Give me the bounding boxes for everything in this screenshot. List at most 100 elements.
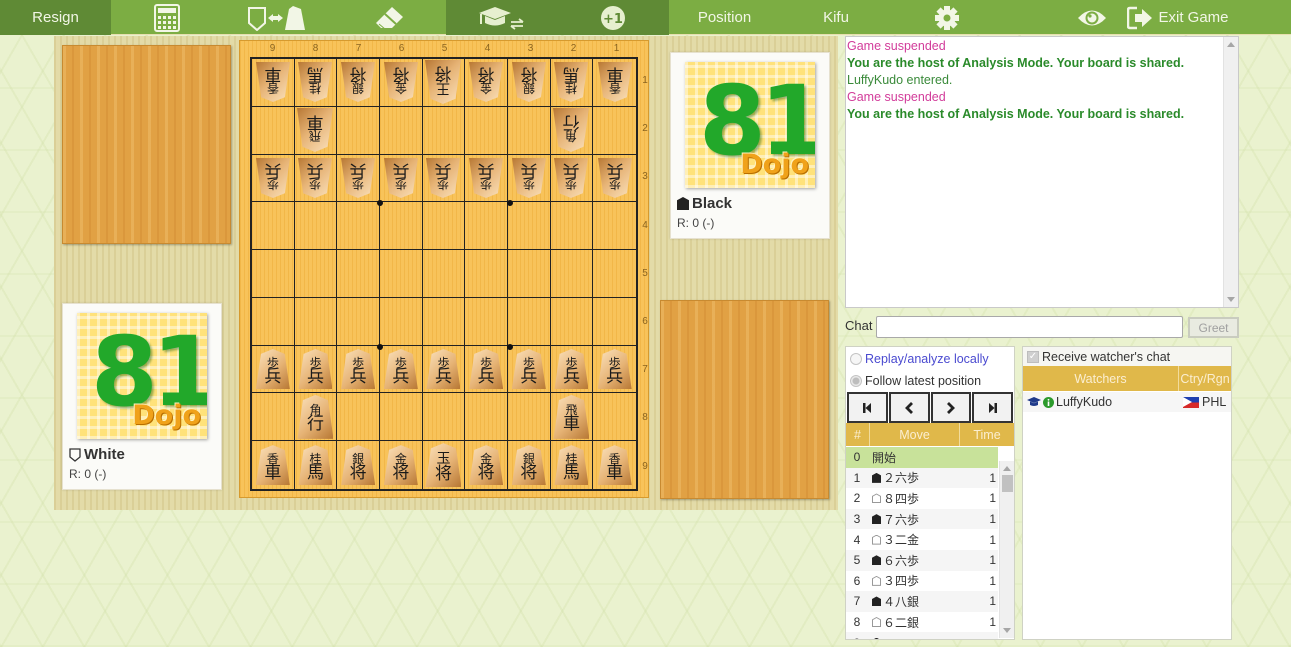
board-square[interactable]: 玉将 (423, 441, 466, 489)
shogi-piece[interactable]: 香車 (256, 62, 290, 102)
board-square[interactable]: 桂馬 (295, 441, 338, 489)
shogi-piece[interactable]: 飛車 (297, 108, 333, 152)
board-square[interactable]: 歩兵 (337, 154, 380, 203)
watcher-row[interactable]: LuffyKudo PHL (1023, 392, 1231, 412)
shogi-piece[interactable]: 飛車 (553, 394, 590, 439)
shogi-piece[interactable]: 金将 (383, 445, 418, 486)
greet-button[interactable]: Greet (1188, 317, 1239, 338)
board-square[interactable] (294, 250, 338, 298)
move-row[interactable]: 8 ６二銀 1 (846, 611, 998, 633)
shogi-piece[interactable]: 銀将 (341, 62, 375, 102)
board-square[interactable]: 銀将 (337, 441, 380, 489)
board-square[interactable]: 金将 (380, 441, 423, 489)
board-square[interactable]: 金将 (465, 59, 508, 107)
shogi-piece[interactable]: 角行 (553, 108, 589, 152)
move-row[interactable]: 4 ３二金 1 (846, 529, 998, 550)
board-square[interactable] (593, 107, 636, 155)
kifu-button[interactable]: Kifu (780, 0, 892, 35)
replay-radio[interactable] (850, 353, 862, 365)
receive-chat-checkbox[interactable]: ✓ (1027, 350, 1039, 363)
shogi-piece[interactable]: 歩兵 (512, 158, 546, 198)
shogi-piece[interactable]: 香車 (597, 445, 632, 486)
board-square[interactable] (252, 250, 295, 298)
shogi-piece[interactable]: 金将 (469, 62, 503, 102)
study-mode-button[interactable] (446, 0, 557, 35)
black-player-name[interactable]: Black (677, 195, 732, 212)
first-move-button[interactable] (847, 392, 888, 423)
board-square[interactable]: 歩兵 (252, 345, 295, 394)
board-square[interactable] (337, 297, 380, 346)
board-square[interactable] (422, 393, 466, 442)
board-square[interactable] (252, 202, 295, 251)
scroll-up-icon[interactable] (1003, 466, 1011, 471)
shogi-piece[interactable]: 王将 (425, 60, 461, 104)
board-square[interactable] (465, 393, 508, 442)
board-square[interactable] (380, 106, 423, 155)
follow-radio[interactable] (850, 375, 862, 387)
board-square[interactable]: 銀将 (337, 59, 380, 107)
board-square[interactable] (593, 393, 636, 442)
board-square[interactable]: 桂馬 (550, 59, 594, 107)
board-square[interactable]: 歩兵 (508, 154, 551, 203)
move-row[interactable]: 7 ４八銀 1 (846, 591, 998, 612)
move-row[interactable]: 6 ３四歩 1 (846, 570, 998, 592)
board-square[interactable]: 角行 (550, 106, 594, 155)
move-row[interactable]: 3 ７六歩 1 (846, 508, 998, 530)
shogi-piece[interactable]: 歩兵 (597, 349, 632, 390)
previous-move-button[interactable] (888, 392, 930, 423)
shogi-piece[interactable]: 歩兵 (426, 158, 460, 198)
eraser-button[interactable] (334, 0, 446, 35)
board-square[interactable]: 銀将 (508, 441, 551, 489)
board-square[interactable]: 香車 (252, 441, 295, 489)
board-square[interactable]: 桂馬 (551, 441, 594, 489)
shogi-piece[interactable]: 歩兵 (255, 349, 290, 390)
board-square[interactable] (337, 393, 380, 442)
flip-board-button[interactable] (223, 0, 334, 35)
board-square[interactable]: 歩兵 (252, 154, 295, 203)
board-square[interactable]: 歩兵 (550, 154, 594, 203)
board-square[interactable] (508, 297, 551, 346)
position-button[interactable]: Position (669, 0, 780, 35)
board-square[interactable]: 桂馬 (294, 59, 338, 107)
board-square[interactable] (380, 202, 423, 251)
board-square[interactable] (465, 297, 508, 346)
shogi-piece[interactable]: 歩兵 (298, 158, 332, 198)
board-square[interactable]: 歩兵 (465, 345, 508, 394)
watch-toggle-button[interactable] (1062, 0, 1122, 35)
scroll-down-icon[interactable] (1227, 297, 1235, 302)
white-piece-stand[interactable] (62, 45, 231, 244)
board-square[interactable] (550, 202, 594, 251)
shogi-piece[interactable]: 歩兵 (426, 349, 461, 390)
board-square[interactable] (252, 393, 295, 442)
scroll-thumb[interactable] (1002, 475, 1013, 492)
shogi-piece[interactable]: 歩兵 (341, 349, 376, 390)
board-square[interactable] (337, 202, 380, 251)
board-square[interactable]: 金将 (380, 59, 423, 107)
shogi-piece[interactable]: 歩兵 (598, 158, 632, 198)
board-square[interactable]: 歩兵 (465, 154, 508, 203)
exit-game-button[interactable]: Exit Game (1122, 0, 1234, 35)
board-square[interactable] (508, 202, 551, 251)
move-row[interactable]: 0 開始 (846, 447, 998, 468)
board-square[interactable]: 香車 (593, 441, 636, 489)
move-row[interactable]: 9 (846, 632, 998, 639)
board-square[interactable] (380, 250, 423, 298)
shogi-piece[interactable]: 香車 (255, 445, 290, 486)
board-square[interactable] (422, 250, 466, 298)
resign-button[interactable]: Resign (0, 0, 111, 35)
board-square[interactable]: 歩兵 (593, 155, 636, 203)
board-square[interactable] (252, 297, 295, 346)
shogi-piece[interactable]: 歩兵 (384, 158, 418, 198)
board-square[interactable]: 歩兵 (337, 345, 380, 394)
board-square[interactable]: 飛車 (550, 393, 594, 442)
chat-input[interactable] (876, 316, 1183, 338)
board-square[interactable]: 角行 (294, 393, 338, 442)
move-list-scrollbar[interactable] (999, 461, 1014, 638)
board-square[interactable] (593, 250, 636, 298)
board-square[interactable] (337, 106, 380, 155)
shogi-piece[interactable]: 歩兵 (469, 349, 504, 390)
shogi-piece[interactable]: 桂馬 (554, 62, 588, 102)
board-square[interactable] (294, 202, 338, 251)
board-square[interactable] (422, 106, 466, 155)
last-move-button[interactable] (972, 392, 1013, 423)
